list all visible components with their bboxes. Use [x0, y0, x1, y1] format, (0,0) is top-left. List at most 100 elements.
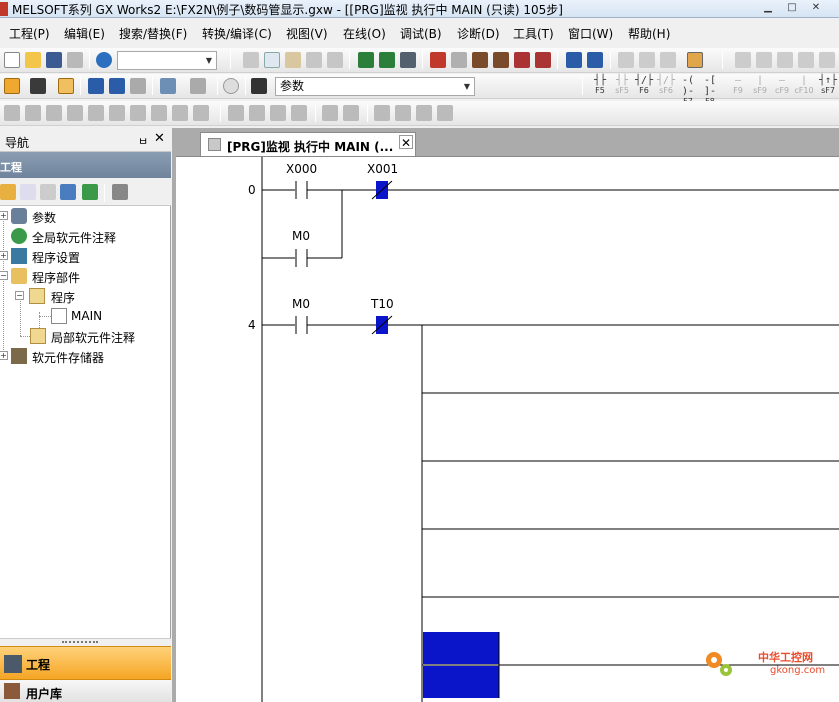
properties-icon[interactable]	[60, 184, 76, 200]
menu-online[interactable]: 在线(O)	[343, 25, 386, 42]
watch-icon[interactable]	[535, 52, 551, 68]
write-plc-icon[interactable]	[358, 52, 374, 68]
dev-1-icon[interactable]	[88, 78, 104, 94]
symbol-9-icon[interactable]	[172, 105, 188, 121]
menu-convert-compile[interactable]: 转换/编译(C)	[202, 25, 272, 42]
maximize-button[interactable]: □	[781, 1, 803, 16]
symbol-13-icon[interactable]	[270, 105, 286, 121]
coil-button[interactable]: -( )-F7	[678, 75, 698, 106]
dev-view-icon[interactable]	[160, 78, 176, 94]
menu-edit[interactable]: 编辑(E)	[64, 25, 105, 42]
help-icon[interactable]	[96, 52, 112, 68]
parallel-no-button[interactable]: ┤├ sF5	[612, 75, 632, 97]
contact-no-button[interactable]: ┤├ F5	[590, 75, 610, 97]
monitor-start-icon[interactable]	[472, 52, 488, 68]
dev-3-icon[interactable]	[130, 78, 146, 94]
copy-icon[interactable]	[264, 52, 280, 68]
ladder-tool-1-icon[interactable]	[735, 52, 751, 68]
tree-item-parameters[interactable]: + 参数	[0, 206, 171, 226]
close-tab-icon[interactable]: ✕	[399, 135, 413, 150]
new-file-icon[interactable]	[4, 52, 20, 68]
hline-button[interactable]: — F9	[728, 75, 748, 97]
symbol-19-icon[interactable]	[416, 105, 432, 121]
tree-item-program-settings[interactable]: + 程序设置	[0, 246, 171, 266]
symbol-12-icon[interactable]	[249, 105, 265, 121]
menu-project[interactable]: 工程(P)	[9, 25, 50, 42]
online-write-icon[interactable]	[430, 52, 446, 68]
network-diagnostics-icon[interactable]	[587, 52, 603, 68]
dev-2-icon[interactable]	[109, 78, 125, 94]
menu-debug[interactable]: 调试(B)	[400, 25, 442, 42]
symbol-6-icon[interactable]	[109, 105, 125, 121]
paste-icon[interactable]	[285, 52, 301, 68]
symbol-4-icon[interactable]	[67, 105, 83, 121]
zoom-icon[interactable]	[190, 78, 206, 94]
close-window-button[interactable]: ✕	[805, 1, 827, 16]
question-icon[interactable]	[223, 78, 239, 94]
nav-tab-user-library[interactable]: 用户库	[0, 680, 171, 702]
menu-view[interactable]: 视图(V)	[286, 25, 328, 42]
buffer-memory-icon[interactable]	[660, 52, 676, 68]
ladder-editor[interactable]: 0 X000 X001 M0 4 M0 T10	[176, 156, 839, 702]
symbol-18-icon[interactable]	[395, 105, 411, 121]
contact-nc-button[interactable]: ┤/├ F6	[634, 75, 654, 97]
open-folder-icon[interactable]	[25, 52, 41, 68]
symbol-5-icon[interactable]	[88, 105, 104, 121]
menu-help[interactable]: 帮助(H)	[628, 25, 670, 42]
instruction-button[interactable]: -[ ]-F8	[700, 75, 720, 106]
delete-vline-button[interactable]: | cF10	[794, 75, 814, 97]
toolbar-combo-1[interactable]: ▼	[117, 51, 217, 70]
menu-search-replace[interactable]: 搜索/替换(F)	[119, 25, 187, 42]
symbol-20-icon[interactable]	[437, 105, 453, 121]
verify-icon[interactable]	[400, 52, 416, 68]
tab-main-monitor[interactable]: [PRG]监视 执行中 MAIN (... ✕	[200, 132, 416, 156]
symbol-3-icon[interactable]	[46, 105, 62, 121]
monitor-mode-icon[interactable]	[687, 52, 703, 68]
copy-data-icon[interactable]	[20, 184, 36, 200]
expand-icon[interactable]: +	[0, 251, 8, 260]
read-plc-icon[interactable]	[379, 52, 395, 68]
monitor-all-icon[interactable]	[514, 52, 530, 68]
undo-icon[interactable]	[306, 52, 322, 68]
binoculars-icon[interactable]	[251, 78, 267, 94]
ladder-tool-5-icon[interactable]	[819, 52, 835, 68]
symbol-15-icon[interactable]	[322, 105, 338, 121]
tree-item-main[interactable]: MAIN	[0, 306, 171, 326]
collapse-icon[interactable]: −	[15, 291, 24, 300]
search-combo[interactable]: 参数 ▼	[275, 77, 475, 96]
expand-icon[interactable]: +	[0, 211, 8, 220]
navigation-splitter[interactable]	[0, 638, 171, 646]
expand-icon[interactable]: +	[0, 351, 8, 360]
online-read-icon[interactable]	[451, 52, 467, 68]
ladder-tool-3-icon[interactable]	[777, 52, 793, 68]
new-data-icon[interactable]	[0, 184, 16, 200]
save-icon[interactable]	[46, 52, 62, 68]
symbol-17-icon[interactable]	[374, 105, 390, 121]
symbol-16-icon[interactable]	[343, 105, 359, 121]
tree-options-icon[interactable]	[112, 184, 128, 200]
nav-tab-project[interactable]: 工程	[0, 646, 171, 680]
symbol-8-icon[interactable]	[151, 105, 167, 121]
tree-item-program[interactable]: − 程序	[0, 286, 171, 306]
symbol-14-icon[interactable]	[291, 105, 307, 121]
rising-pulse-button[interactable]: ┤↑├ sF7	[818, 75, 838, 97]
refresh-icon[interactable]	[82, 184, 98, 200]
tree-item-program-parts[interactable]: − 程序部件	[0, 266, 171, 286]
module-icon[interactable]	[30, 78, 46, 94]
symbol-11-icon[interactable]	[228, 105, 244, 121]
symbol-10-icon[interactable]	[193, 105, 209, 121]
menu-tools[interactable]: 工具(T)	[513, 25, 554, 42]
vline-button[interactable]: | sF9	[750, 75, 770, 97]
navigation-toggle-icon[interactable]	[4, 78, 20, 94]
ladder-tool-4-icon[interactable]	[798, 52, 814, 68]
device-test-icon[interactable]	[639, 52, 655, 68]
tree-item-global-device-comment[interactable]: 全局软元件注释	[0, 226, 171, 246]
menu-diagnostics[interactable]: 诊断(D)	[457, 25, 500, 42]
output-window-icon[interactable]	[58, 78, 74, 94]
collapse-icon[interactable]: −	[0, 271, 8, 280]
pin-icon[interactable]: ㅂ	[138, 133, 148, 149]
symbol-7-icon[interactable]	[130, 105, 146, 121]
redo-icon[interactable]	[327, 52, 343, 68]
device-batch-icon[interactable]	[618, 52, 634, 68]
symbol-1-icon[interactable]	[4, 105, 20, 121]
